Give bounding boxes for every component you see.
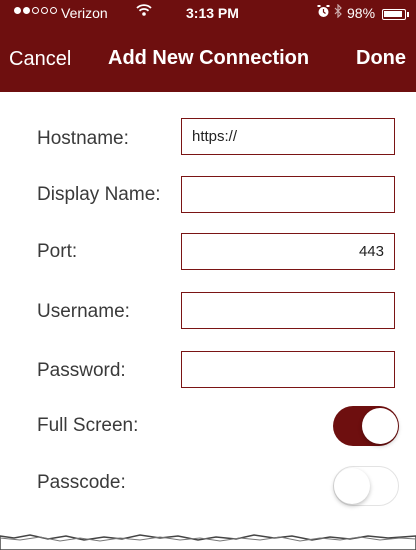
battery-nub — [407, 12, 409, 17]
username-field[interactable] — [181, 292, 395, 329]
port-label: Port: — [37, 241, 78, 262]
battery-percent: 98% — [347, 5, 376, 21]
signal-dot — [23, 7, 30, 14]
bluetooth-icon — [334, 3, 343, 21]
torn-edge — [0, 534, 416, 550]
port-field[interactable] — [181, 233, 395, 270]
toggle-knob — [362, 408, 398, 444]
done-button[interactable]: Done — [356, 47, 406, 70]
status-time: 3:13 PM — [186, 5, 239, 21]
password-label: Password: — [37, 360, 126, 381]
signal-dot — [32, 7, 39, 14]
full-screen-label: Full Screen: — [37, 415, 139, 436]
signal-dot — [50, 7, 57, 14]
username-label: Username: — [37, 301, 130, 322]
header-bar: Verizon 3:13 PM 98% Cancel Add New Conne… — [0, 0, 416, 92]
passcode-label: Passcode: — [37, 472, 126, 493]
battery-fill — [384, 11, 402, 17]
signal-dot — [14, 7, 21, 14]
toggle-knob — [334, 468, 370, 504]
full-screen-toggle[interactable] — [333, 406, 399, 446]
battery-icon — [382, 9, 406, 20]
status-bar: Verizon 3:13 PM 98% — [0, 0, 416, 28]
page-title: Add New Connection — [108, 47, 310, 69]
hostname-field[interactable] — [181, 118, 395, 155]
hostname-label: Hostname: — [37, 128, 129, 149]
display-name-field[interactable] — [181, 176, 395, 213]
password-field[interactable] — [181, 351, 395, 388]
signal-dot — [41, 7, 48, 14]
signal-strength-icon — [14, 7, 57, 14]
carrier-name: Verizon — [61, 5, 108, 21]
display-name-label: Display Name: — [37, 184, 161, 205]
passcode-toggle[interactable] — [333, 466, 399, 506]
wifi-icon — [136, 3, 152, 21]
alarm-icon — [317, 4, 330, 21]
cancel-button[interactable]: Cancel — [9, 48, 71, 71]
